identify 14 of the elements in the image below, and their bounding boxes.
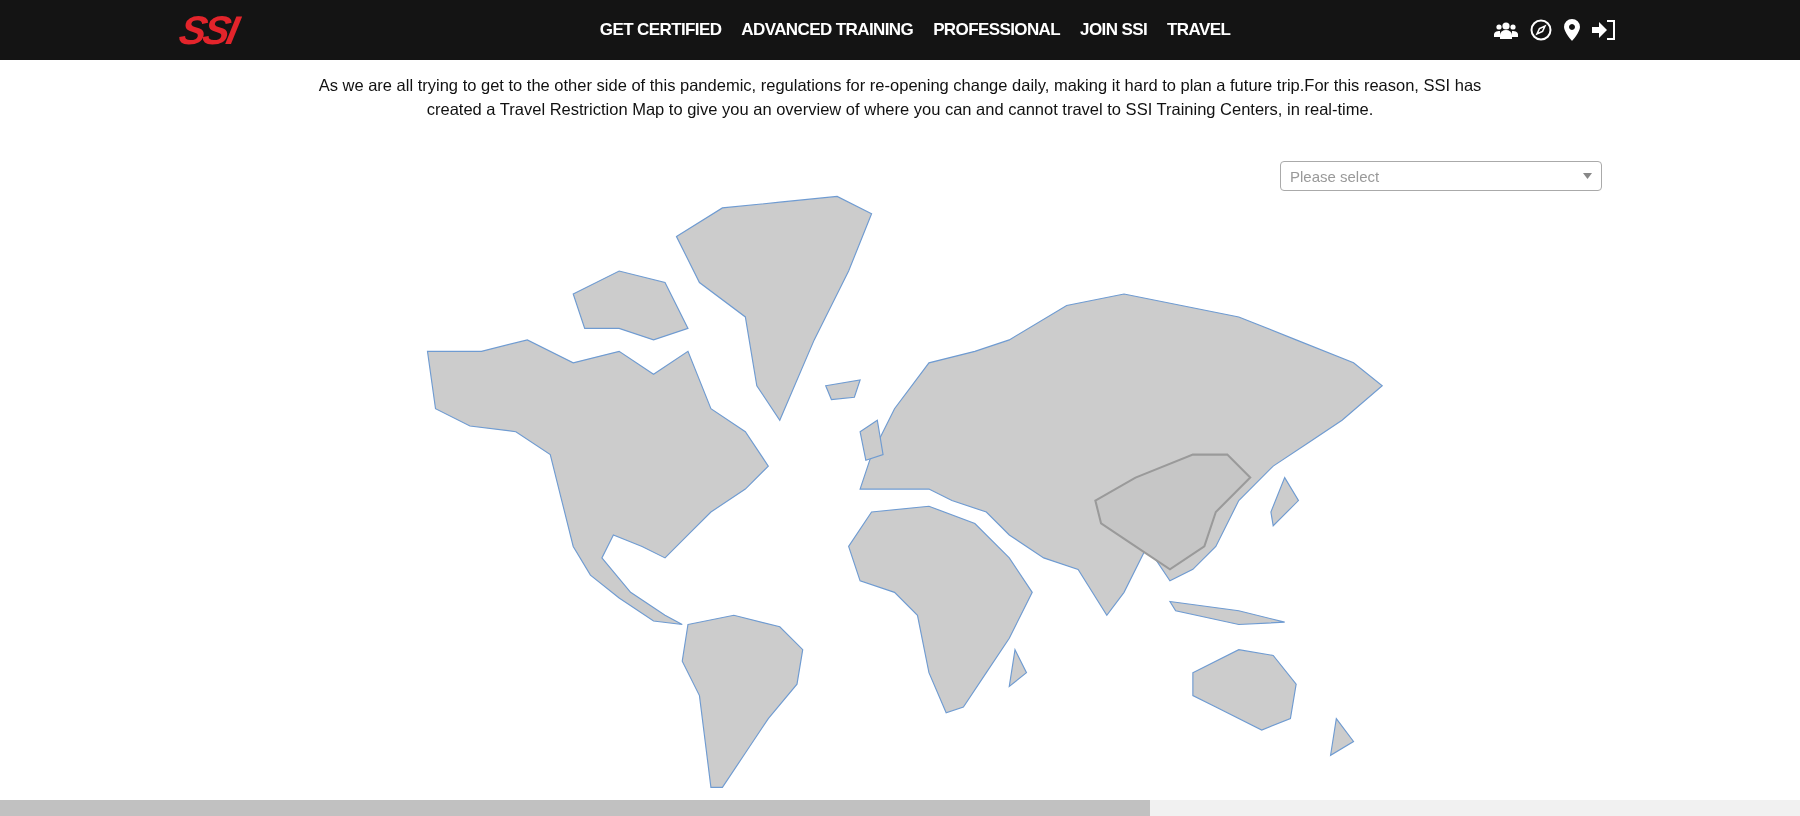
sign-in-icon[interactable] [1592,20,1616,40]
nav-link[interactable]: GET CERTIFIED [599,20,722,40]
nav-link[interactable]: PROFESSIONAL [933,20,1061,40]
intro-paragraph: As we are all trying to get to the other side of this pandemic, regulations for re-opening change daily, making it hard to plan a future trip.For this reason, SSI has created a Travel Restriction Map to give you an overview of where you can and cannot travel to SSI Training Centers, in real-time. [317,75,1483,120]
location-pin-icon[interactable] [1564,19,1580,41]
nav-link[interactable]: JOIN SSI [1080,20,1148,40]
nav-link[interactable]: TRAVEL [1167,20,1231,40]
scrollbar-thumb[interactable] [0,800,1150,816]
dropdown-caret-icon [1583,173,1592,179]
ssi-logo[interactable]: SSI [175,7,241,53]
compass-icon[interactable] [1530,19,1552,41]
horizontal-scrollbar[interactable] [0,800,1800,816]
nav-link[interactable]: ADVANCED TRAINING [741,20,914,40]
people-icon[interactable] [1494,21,1518,39]
